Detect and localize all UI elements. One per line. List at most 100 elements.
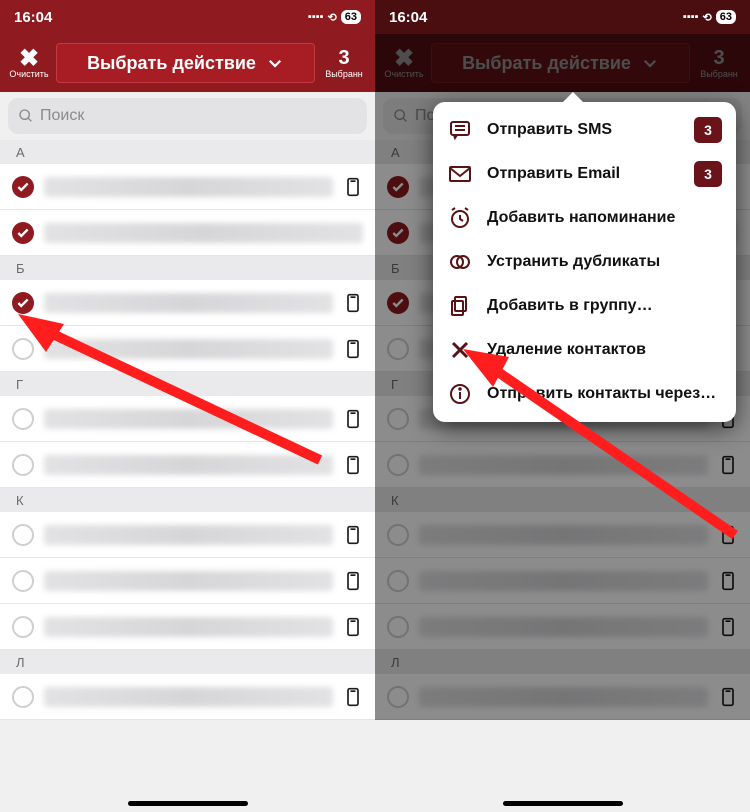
info-icon xyxy=(447,381,473,407)
checkbox-unchecked-icon[interactable] xyxy=(387,524,409,546)
copy-icon xyxy=(447,293,473,319)
link-icon: ⟲ xyxy=(703,11,712,24)
checkbox-checked-icon[interactable] xyxy=(387,222,409,244)
contact-row[interactable] xyxy=(375,512,750,558)
contact-row[interactable] xyxy=(0,558,375,604)
search-icon xyxy=(393,108,409,124)
chevron-down-icon xyxy=(641,54,659,72)
action-label: Добавить в группу… xyxy=(487,297,653,315)
contact-row[interactable] xyxy=(0,512,375,558)
checkbox-checked-icon[interactable] xyxy=(387,176,409,198)
duplicates-icon xyxy=(447,249,473,275)
contact-name-blurred xyxy=(44,177,333,197)
status-bar: 16:04 ▪▪▪▪ ⟲ 63 xyxy=(0,0,375,34)
checkbox-unchecked-icon[interactable] xyxy=(12,570,34,592)
checkbox-unchecked-icon[interactable] xyxy=(12,338,34,360)
contact-name-blurred xyxy=(419,687,708,707)
contact-row[interactable] xyxy=(375,674,750,720)
count-label: Выбранн xyxy=(694,69,744,79)
clear-button[interactable]: ✖Очистить xyxy=(381,48,427,79)
section-header-k: К xyxy=(375,488,750,512)
choose-action-button[interactable]: Выбрать действие xyxy=(56,43,315,83)
sms-icon xyxy=(447,117,473,143)
section-header-b: Б xyxy=(0,256,375,280)
contact-name-blurred xyxy=(44,339,333,359)
screen-contact-list: 16:04 ▪▪▪▪ ⟲ 63 ✖ Очистить Выбрать дейст… xyxy=(0,0,375,812)
chevron-down-icon xyxy=(266,54,284,72)
link-icon: ⟲ xyxy=(328,11,337,24)
contact-row[interactable] xyxy=(0,674,375,720)
action-add-to-group[interactable]: Добавить в группу… xyxy=(433,284,736,328)
selected-count[interactable]: 3Выбранн xyxy=(694,48,744,79)
checkbox-checked-icon[interactable] xyxy=(12,292,34,314)
contact-row[interactable] xyxy=(0,280,375,326)
contact-row[interactable] xyxy=(0,326,375,372)
count-number: 3 xyxy=(713,47,724,69)
contact-name-blurred xyxy=(44,687,333,707)
count-number: 3 xyxy=(338,47,349,69)
delete-x-icon xyxy=(447,337,473,363)
contact-name-blurred xyxy=(44,571,333,591)
choose-action-button[interactable]: Выбрать действие xyxy=(431,43,690,83)
action-send-email[interactable]: Отправить Email 3 xyxy=(433,152,736,196)
checkbox-unchecked-icon[interactable] xyxy=(12,454,34,476)
checkbox-unchecked-icon[interactable] xyxy=(387,686,409,708)
checkbox-unchecked-icon[interactable] xyxy=(12,616,34,638)
count-label: Выбранн xyxy=(319,69,369,79)
phone-icon xyxy=(343,293,363,313)
phone-icon xyxy=(718,617,738,637)
search-input[interactable]: Поиск xyxy=(8,98,367,134)
choose-action-label: Выбрать действие xyxy=(87,53,256,74)
checkbox-checked-icon[interactable] xyxy=(12,176,34,198)
contact-name-blurred xyxy=(419,571,708,591)
checkbox-unchecked-icon[interactable] xyxy=(387,408,409,430)
checkbox-unchecked-icon[interactable] xyxy=(387,570,409,592)
contact-row[interactable] xyxy=(0,604,375,650)
section-header-k: К xyxy=(0,488,375,512)
home-indicator[interactable] xyxy=(503,801,623,806)
checkbox-unchecked-icon[interactable] xyxy=(12,408,34,430)
header-bar: ✖Очистить Выбрать действие 3Выбранн xyxy=(375,34,750,92)
contact-row[interactable] xyxy=(375,604,750,650)
action-delete-contacts[interactable]: Удаление контактов xyxy=(433,328,736,372)
contact-row[interactable] xyxy=(0,210,375,256)
checkbox-unchecked-icon[interactable] xyxy=(12,686,34,708)
checkbox-unchecked-icon[interactable] xyxy=(12,524,34,546)
checkbox-checked-icon[interactable] xyxy=(12,222,34,244)
action-badge: 3 xyxy=(694,117,722,143)
action-add-reminder[interactable]: Добавить напоминание xyxy=(433,196,736,240)
action-send-sms[interactable]: Отправить SMS 3 xyxy=(433,108,736,152)
section-header-l: Л xyxy=(375,650,750,674)
clear-label: Очистить xyxy=(6,69,52,79)
clear-button[interactable]: ✖ Очистить xyxy=(6,48,52,79)
signal-icon: ▪▪▪▪ xyxy=(308,11,324,23)
contact-row[interactable] xyxy=(0,442,375,488)
contact-row[interactable] xyxy=(375,442,750,488)
contact-row[interactable] xyxy=(0,396,375,442)
contact-row[interactable] xyxy=(375,558,750,604)
checkbox-unchecked-icon[interactable] xyxy=(387,454,409,476)
action-popover: Отправить SMS 3 Отправить Email 3 Добави… xyxy=(433,102,736,422)
action-remove-duplicates[interactable]: Устранить дубликаты xyxy=(433,240,736,284)
checkbox-unchecked-icon[interactable] xyxy=(387,616,409,638)
selected-count[interactable]: 3 Выбранн xyxy=(319,48,369,79)
action-label: Отправить контакты через… xyxy=(487,385,716,403)
contact-name-blurred xyxy=(44,617,333,637)
contact-name-blurred xyxy=(44,409,333,429)
checkbox-checked-icon[interactable] xyxy=(387,292,409,314)
clear-label: Очистить xyxy=(381,69,427,79)
status-indicators: ▪▪▪▪ ⟲ 63 xyxy=(308,10,361,24)
status-time: 16:04 xyxy=(389,9,427,26)
contact-row[interactable] xyxy=(0,164,375,210)
checkbox-unchecked-icon[interactable] xyxy=(387,338,409,360)
battery-badge: 63 xyxy=(341,10,361,24)
contact-name-blurred xyxy=(44,223,363,243)
contact-name-blurred xyxy=(44,293,333,313)
phone-icon xyxy=(343,617,363,637)
phone-icon xyxy=(718,687,738,707)
home-indicator[interactable] xyxy=(128,801,248,806)
action-share-contacts[interactable]: Отправить контакты через… xyxy=(433,372,736,416)
section-header-g: Г xyxy=(0,372,375,396)
phone-icon xyxy=(343,525,363,545)
contact-name-blurred xyxy=(44,455,333,475)
